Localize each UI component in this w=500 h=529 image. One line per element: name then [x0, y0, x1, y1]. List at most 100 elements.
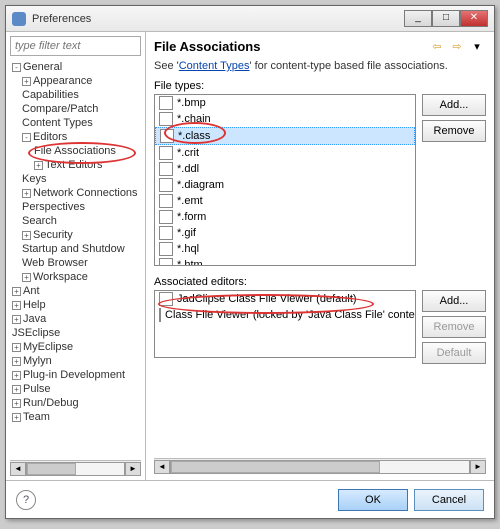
- add-editor-button[interactable]: Add...: [422, 290, 486, 312]
- nav-forward-icon[interactable]: ⇨: [448, 38, 466, 54]
- scroll-right-icon[interactable]: ►: [470, 460, 486, 474]
- file-icon: [159, 210, 173, 224]
- page-title: File Associations: [154, 39, 426, 54]
- scroll-left-icon[interactable]: ◄: [154, 460, 170, 474]
- file-icon: [159, 146, 173, 160]
- expand-icon[interactable]: +: [12, 357, 21, 366]
- filter-input[interactable]: [10, 36, 141, 56]
- expand-icon[interactable]: +: [22, 77, 31, 86]
- dialog-footer: ? OK Cancel: [6, 480, 494, 518]
- tree-run-debug[interactable]: +Run/Debug: [10, 396, 141, 410]
- expand-icon[interactable]: +: [12, 385, 21, 394]
- tree-myeclipse[interactable]: +MyEclipse: [10, 340, 141, 354]
- file-type-item[interactable]: *.diagram: [155, 177, 415, 193]
- tree-keys[interactable]: Keys: [10, 172, 141, 186]
- file-type-item[interactable]: *.ddl: [155, 161, 415, 177]
- file-icon: [159, 162, 173, 176]
- tree-capabilities[interactable]: Capabilities: [10, 88, 141, 102]
- expand-icon[interactable]: +: [22, 273, 31, 282]
- associated-editors-label: Associated editors:: [154, 276, 486, 288]
- scroll-thumb[interactable]: [171, 461, 380, 473]
- file-type-item[interactable]: *.gif: [155, 225, 415, 241]
- tree-hscrollbar[interactable]: ◄ ►: [10, 460, 141, 476]
- ok-button[interactable]: OK: [338, 489, 408, 511]
- file-icon: [159, 226, 173, 240]
- file-icon: [159, 96, 173, 110]
- tree-plugin-dev[interactable]: +Plug-in Development: [10, 368, 141, 382]
- tree-content-types[interactable]: Content Types: [10, 116, 141, 130]
- tree-pulse[interactable]: +Pulse: [10, 382, 141, 396]
- tree-network-connections[interactable]: +Network Connections: [10, 186, 141, 200]
- expand-icon[interactable]: +: [12, 301, 21, 310]
- tree-file-associations[interactable]: File Associations: [10, 144, 141, 158]
- tree-startup-shutdown[interactable]: Startup and Shutdow: [10, 242, 141, 256]
- scroll-left-icon[interactable]: ◄: [10, 462, 26, 476]
- tree-security[interactable]: +Security: [10, 228, 141, 242]
- file-type-item[interactable]: *.htm: [155, 257, 415, 266]
- editor-item[interactable]: Class File Viewer (locked by 'Java Class…: [155, 307, 415, 323]
- default-editor-button[interactable]: Default: [422, 342, 486, 364]
- tree-perspectives[interactable]: Perspectives: [10, 200, 141, 214]
- tree-team[interactable]: +Team: [10, 410, 141, 424]
- file-types-list[interactable]: *.bmp *.chain *.class *.crit *.ddl *.dia…: [154, 94, 416, 266]
- add-file-type-button[interactable]: Add...: [422, 94, 486, 116]
- tree-editors[interactable]: -Editors: [10, 130, 141, 144]
- editor-item[interactable]: JadClipse Class File Viewer (default): [155, 291, 415, 307]
- nav-menu-icon[interactable]: ▾: [468, 38, 486, 54]
- tree-compare-patch[interactable]: Compare/Patch: [10, 102, 141, 116]
- tree-help[interactable]: +Help: [10, 298, 141, 312]
- close-button[interactable]: ✕: [460, 10, 488, 27]
- expand-icon[interactable]: +: [12, 413, 21, 422]
- tree-text-editors[interactable]: +Text Editors: [10, 158, 141, 172]
- tree-jseclipse[interactable]: JSEclipse: [10, 326, 141, 340]
- file-types-label: File types:: [154, 80, 486, 92]
- expand-icon[interactable]: +: [22, 231, 31, 240]
- editor-icon: [159, 308, 161, 322]
- help-button[interactable]: ?: [16, 490, 36, 510]
- tree-ant[interactable]: +Ant: [10, 284, 141, 298]
- file-icon: [159, 258, 173, 266]
- associated-editors-list[interactable]: JadClipse Class File Viewer (default) Cl…: [154, 290, 416, 358]
- file-type-item[interactable]: *.emt: [155, 193, 415, 209]
- preferences-tree[interactable]: -General +Appearance Capabilities Compar…: [10, 60, 141, 460]
- app-icon: [12, 12, 26, 26]
- content-types-link[interactable]: Content Types: [179, 60, 250, 72]
- titlebar[interactable]: Preferences _ □ ✕: [6, 6, 494, 32]
- cancel-button[interactable]: Cancel: [414, 489, 484, 511]
- remove-file-type-button[interactable]: Remove: [422, 120, 486, 142]
- tree-mylyn[interactable]: +Mylyn: [10, 354, 141, 368]
- nav-back-icon[interactable]: ⇦: [428, 38, 446, 54]
- expand-icon[interactable]: +: [12, 343, 21, 352]
- tree-search[interactable]: Search: [10, 214, 141, 228]
- collapse-icon[interactable]: -: [22, 133, 31, 142]
- expand-icon[interactable]: +: [12, 371, 21, 380]
- file-icon: [159, 178, 173, 192]
- collapse-icon[interactable]: -: [12, 63, 21, 72]
- file-type-item[interactable]: *.bmp: [155, 95, 415, 111]
- file-icon: [159, 112, 173, 126]
- preferences-tree-pane: -General +Appearance Capabilities Compar…: [6, 32, 146, 480]
- expand-icon[interactable]: +: [12, 287, 21, 296]
- tree-web-browser[interactable]: Web Browser: [10, 256, 141, 270]
- tree-appearance[interactable]: +Appearance: [10, 74, 141, 88]
- window-title: Preferences: [32, 13, 404, 25]
- file-type-item[interactable]: *.form: [155, 209, 415, 225]
- minimize-button[interactable]: _: [404, 10, 432, 27]
- maximize-button[interactable]: □: [432, 10, 460, 27]
- scroll-thumb[interactable]: [27, 463, 76, 475]
- file-type-item-selected[interactable]: *.class: [155, 127, 415, 145]
- expand-icon[interactable]: +: [34, 161, 43, 170]
- expand-icon[interactable]: +: [12, 315, 21, 324]
- file-type-item[interactable]: *.hql: [155, 241, 415, 257]
- tree-java[interactable]: +Java: [10, 312, 141, 326]
- file-type-item[interactable]: *.chain: [155, 111, 415, 127]
- file-type-item[interactable]: *.crit: [155, 145, 415, 161]
- content-types-hint: See 'Content Types' for content-type bas…: [154, 60, 486, 72]
- expand-icon[interactable]: +: [22, 189, 31, 198]
- scroll-right-icon[interactable]: ►: [125, 462, 141, 476]
- tree-workspace[interactable]: +Workspace: [10, 270, 141, 284]
- expand-icon[interactable]: +: [12, 399, 21, 408]
- tree-general[interactable]: -General: [10, 60, 141, 74]
- remove-editor-button[interactable]: Remove: [422, 316, 486, 338]
- panel-hscrollbar[interactable]: ◄ ►: [154, 458, 486, 474]
